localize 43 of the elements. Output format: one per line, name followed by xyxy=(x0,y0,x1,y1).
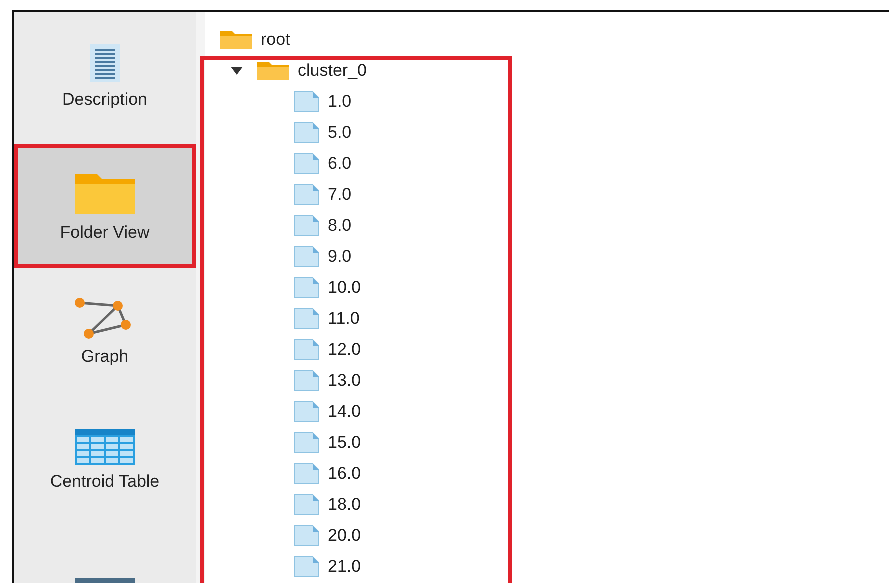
file-icon xyxy=(294,556,320,578)
file-icon xyxy=(294,214,320,236)
tree-item[interactable]: root xyxy=(261,30,290,50)
file-icon xyxy=(294,90,320,112)
tree-item[interactable]: 12.0 xyxy=(328,340,362,360)
file-icon xyxy=(294,246,320,268)
tree-item[interactable]: 14.0 xyxy=(328,402,362,422)
tree-item[interactable]: 16.0 xyxy=(328,464,362,484)
tree-item[interactable]: 6.0 xyxy=(328,154,352,174)
tree-item[interactable]: 8.0 xyxy=(328,216,352,236)
file-icon xyxy=(294,152,320,174)
tree-item[interactable]: 10.0 xyxy=(328,278,362,298)
file-icon xyxy=(294,184,320,206)
file-icon xyxy=(294,432,320,454)
file-icon xyxy=(294,400,320,422)
sidebar-item[interactable]: Graph xyxy=(14,268,196,396)
tree-item[interactable]: 11.0 xyxy=(328,308,360,328)
tree-item[interactable]: 21.0 xyxy=(328,556,362,576)
file-icon xyxy=(294,462,320,484)
tree-item[interactable]: 9.0 xyxy=(328,246,352,266)
tree-item[interactable]: 15.0 xyxy=(328,432,362,452)
sidebar-item[interactable]: Centroid Table xyxy=(14,396,196,524)
tree-item[interactable]: 1.0 xyxy=(328,92,352,112)
tree-item[interactable]: 20.0 xyxy=(328,526,362,546)
file-icon xyxy=(294,494,320,516)
tree-item[interactable]: cluster_0 xyxy=(298,60,367,80)
folder-icon xyxy=(256,60,290,80)
tree-item[interactable]: 13.0 xyxy=(328,370,362,390)
tree-item[interactable]: 5.0 xyxy=(328,122,352,142)
file-icon xyxy=(294,308,320,330)
file-icon xyxy=(294,370,320,392)
file-icon xyxy=(294,122,320,144)
document-icon xyxy=(89,42,121,82)
file-icon xyxy=(294,276,320,298)
tree-item[interactable]: 18.0 xyxy=(328,494,362,514)
folder-icon xyxy=(219,30,253,50)
tree-item[interactable]: 7.0 xyxy=(328,184,352,204)
file-icon xyxy=(294,524,320,546)
expand-arrow-icon[interactable] xyxy=(231,66,243,74)
table-icon xyxy=(75,428,135,464)
sidebar-item[interactable]: Folder View xyxy=(14,144,196,268)
sidebar-item[interactable]: Description xyxy=(14,12,196,140)
file-icon xyxy=(294,338,320,360)
